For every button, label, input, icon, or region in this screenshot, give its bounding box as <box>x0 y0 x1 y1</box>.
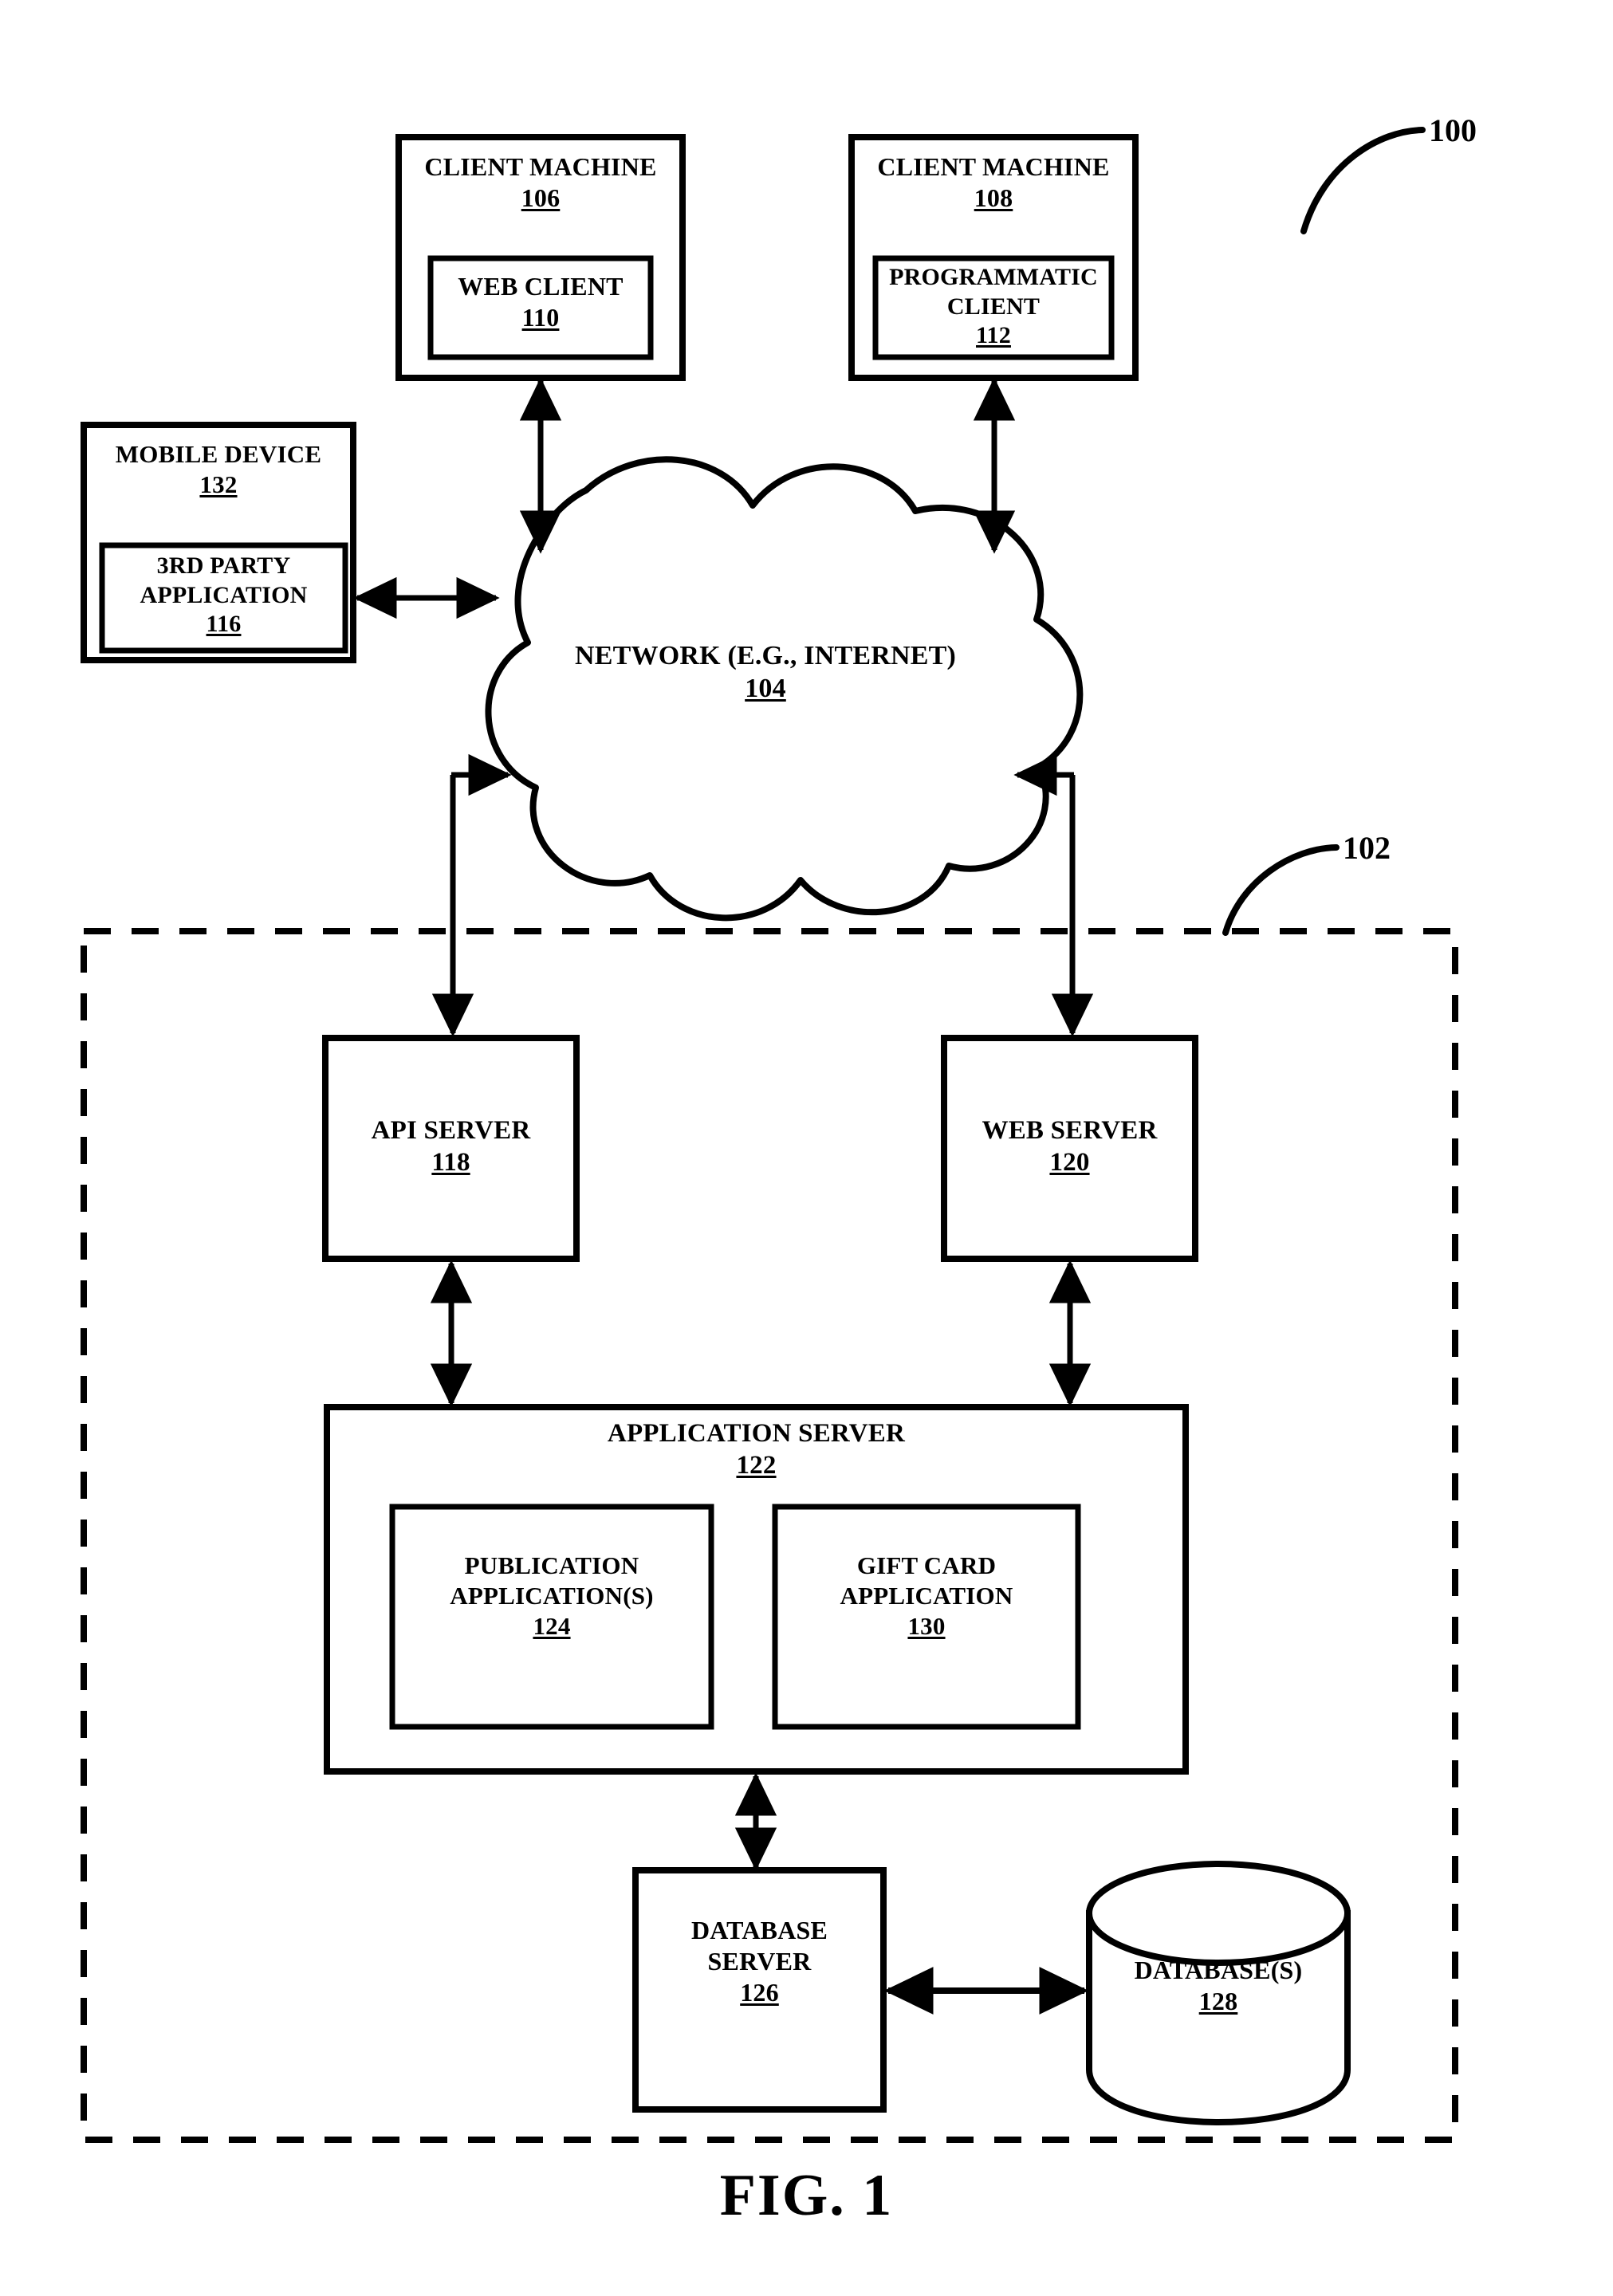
lead-line-100-curve <box>1300 127 1426 234</box>
figure-caption: FIG. 1 <box>719 2163 894 2228</box>
publication-applications-124-box <box>389 1504 714 1730</box>
web-client-110-box <box>427 255 654 360</box>
lead-line-100 <box>1308 909 1432 925</box>
api-server-118-box <box>322 1035 580 1262</box>
patent-figure-page: CLIENT MACHINE 106 WEB CLIENT 110 CLIENT… <box>0 0 1613 2296</box>
web-server-120-box <box>941 1035 1198 1262</box>
databases-128-cylinder <box>1086 1861 1351 2126</box>
third-party-application-116-box <box>99 542 348 654</box>
network-cloud-104-shape <box>485 456 1084 922</box>
database-server-126-box <box>632 1867 887 2113</box>
gift-card-application-130-box <box>772 1504 1081 1730</box>
lead-line-102-curve <box>1222 844 1340 936</box>
programmatic-client-112-box <box>872 255 1115 360</box>
diagram-canvas <box>81 127 1458 2143</box>
